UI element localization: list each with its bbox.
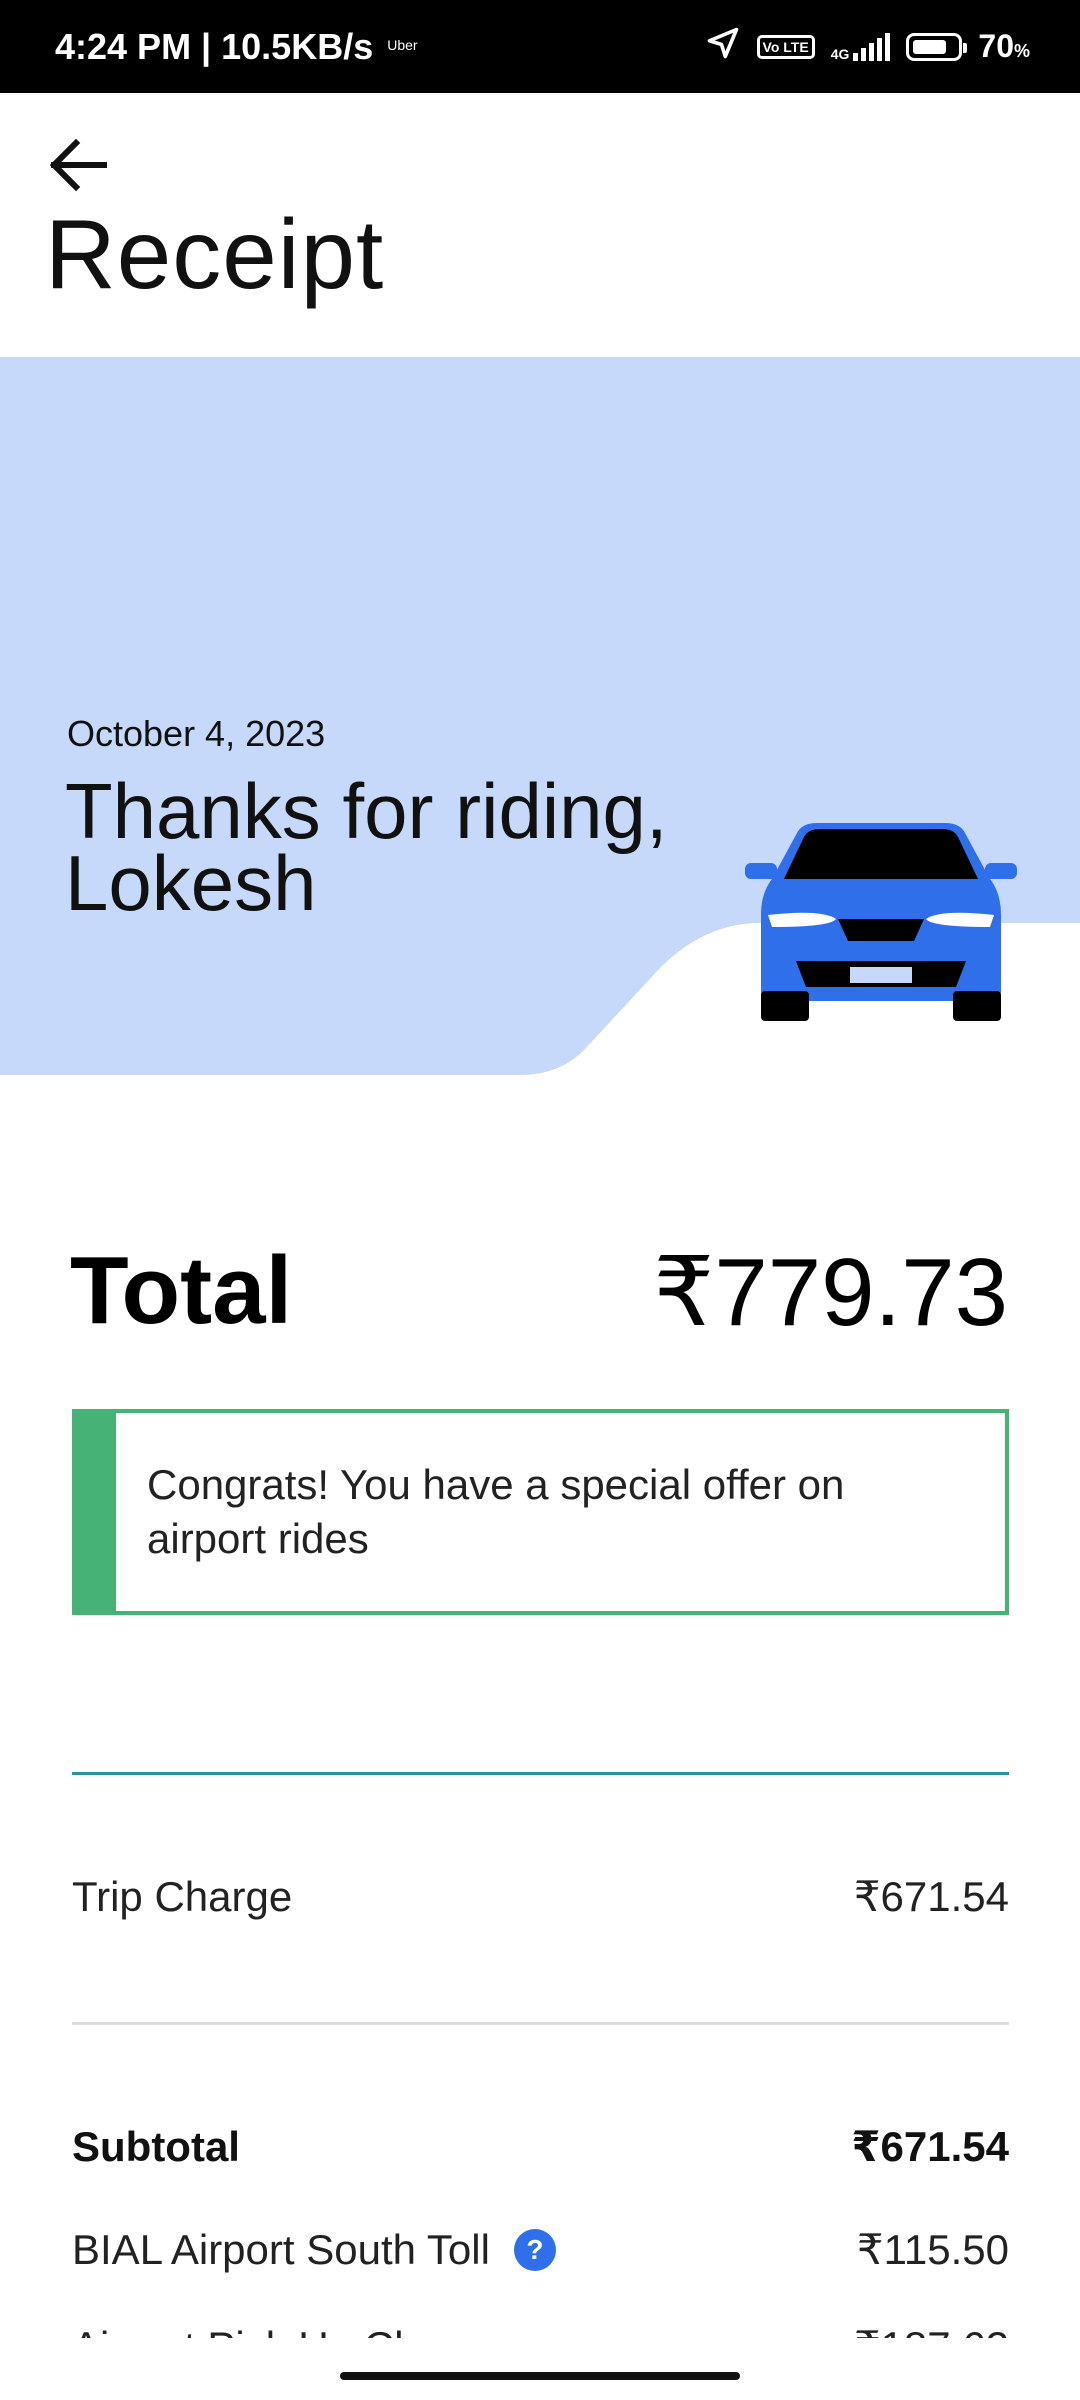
toll-amount: ₹115.50 — [856, 2226, 1009, 2273]
trip-charge-amount: ₹671.54 — [853, 1873, 1009, 1920]
volte-icon: Vo LTE — [756, 34, 815, 59]
subtotal-label: Subtotal — [72, 2122, 240, 2170]
arrow-left-icon — [49, 138, 107, 192]
offer-text: Congrats! You have a special offer on ai… — [147, 1461, 845, 1562]
back-button[interactable] — [42, 130, 112, 200]
status-app-tag: Uber — [387, 36, 418, 53]
home-indicator[interactable] — [340, 2372, 740, 2380]
subtotal-amount: ₹671.54 — [851, 2123, 1009, 2170]
trip-charge-label: Trip Charge — [72, 1872, 293, 1920]
battery-icon — [906, 32, 968, 61]
location-arrow-icon — [705, 25, 741, 69]
status-bar: 4:24 PM | 10.5KB/s Uber Vo LTE 4G 70% — [0, 0, 1080, 93]
offer-banner[interactable]: Congrats! You have a special offer on ai… — [72, 1409, 1009, 1615]
offer-accent-bar — [76, 1413, 116, 1611]
charges-divider — [72, 2022, 1009, 2025]
page-title: Receipt — [45, 199, 385, 309]
total-amount: ₹779.73 — [653, 1239, 1008, 1346]
trip-date: October 4, 2023 — [67, 713, 326, 754]
network-type: 4G — [830, 45, 850, 62]
info-icon[interactable]: ? — [513, 2228, 556, 2271]
toll-label: BIAL Airport South Toll — [72, 2225, 490, 2273]
bottom-clip — [0, 2338, 1080, 2400]
trip-charge-row: Trip Charge ₹671.54 — [72, 1872, 1009, 1921]
section-divider — [72, 1772, 1009, 1775]
total-label: Total — [70, 1237, 293, 1344]
subtotal-row: Subtotal ₹671.54 — [72, 2122, 1009, 2171]
battery-level: 70% — [978, 28, 1030, 64]
car-icon — [745, 823, 1017, 1021]
toll-row: BIAL Airport South Toll ? ₹115.50 — [72, 2225, 1009, 2274]
status-time: 4:24 PM | 10.5KB/s — [55, 25, 374, 67]
signal-icon — [853, 32, 891, 61]
thanks-heading: Thanks for riding, Lokesh — [65, 767, 668, 927]
